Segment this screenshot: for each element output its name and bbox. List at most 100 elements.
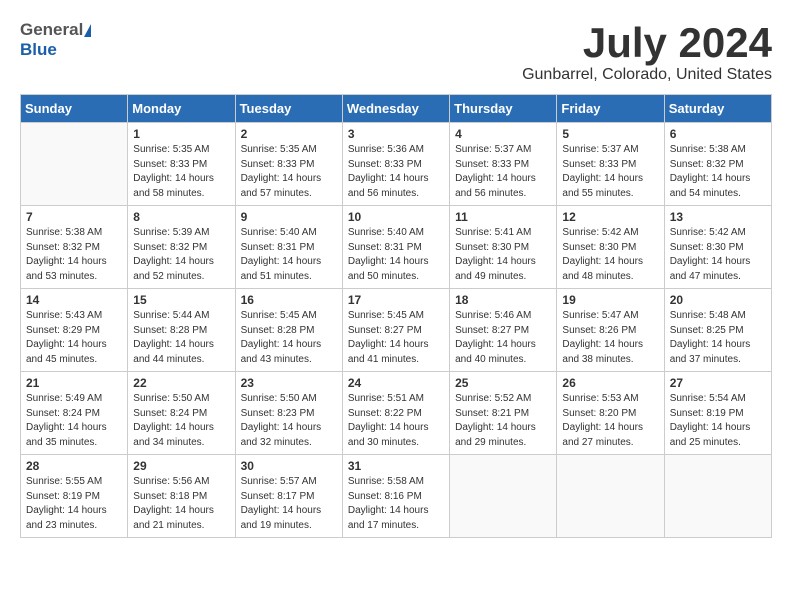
day-number: 13: [670, 210, 766, 224]
calendar-cell: [21, 123, 128, 206]
calendar-cell: 3 Sunrise: 5:36 AM Sunset: 8:33 PM Daylig…: [342, 123, 449, 206]
day-number: 12: [562, 210, 658, 224]
calendar-cell: 21Sunrise: 5:49 AM Sunset: 8:24 PM Dayli…: [21, 372, 128, 455]
calendar-cell: 24 Sunrise: 5:51 AM Sunset: 8:22 PM Dayli…: [342, 372, 449, 455]
calendar-cell: 15 Sunrise: 5:44 AM Sunset: 8:28 PM Dayli…: [128, 289, 235, 372]
day-info: Sunrise: 5:42 AM Sunset: 8:30 PM Dayligh…: [562, 226, 658, 284]
day-info: Sunrise: 5:40 AM Sunset: 8:31 PM Dayligh…: [348, 226, 444, 284]
day-info: Sunrise: 5:36 AM Sunset: 8:33 PM Dayligh…: [348, 143, 444, 201]
day-number: 3: [348, 127, 444, 141]
calendar-day-header: Tuesday: [235, 95, 342, 123]
day-info: Sunrise: 5:58 AM Sunset: 8:16 PM Dayligh…: [348, 475, 444, 533]
calendar-cell: 29 Sunrise: 5:56 AM Sunset: 8:18 PM Dayli…: [128, 455, 235, 538]
calendar-week-row: 1 Sunrise: 5:35 AM Sunset: 8:33 PM Daylig…: [21, 123, 772, 206]
day-number: 29: [133, 459, 229, 473]
day-info: Sunrise: 5:51 AM Sunset: 8:22 PM Dayligh…: [348, 392, 444, 450]
calendar-cell: 20Sunrise: 5:48 AM Sunset: 8:25 PM Dayli…: [664, 289, 771, 372]
calendar-day-header: Wednesday: [342, 95, 449, 123]
calendar-cell: 2 Sunrise: 5:35 AM Sunset: 8:33 PM Daylig…: [235, 123, 342, 206]
day-info: Sunrise: 5:40 AM Sunset: 8:31 PM Dayligh…: [241, 226, 337, 284]
day-info: Sunrise: 5:54 AM Sunset: 8:19 PM Dayligh…: [670, 392, 766, 450]
day-number: 27: [670, 376, 766, 390]
calendar-cell: 27 Sunrise: 5:54 AM Sunset: 8:19 PM Dayli…: [664, 372, 771, 455]
day-number: 1: [133, 127, 229, 141]
calendar-cell: 8 Sunrise: 5:39 AM Sunset: 8:32 PM Daylig…: [128, 206, 235, 289]
day-number: 4: [455, 127, 551, 141]
calendar-cell: 10 Sunrise: 5:40 AM Sunset: 8:31 PM Dayli…: [342, 206, 449, 289]
day-info: Sunrise: 5:47 AM Sunset: 8:26 PM Dayligh…: [562, 309, 658, 367]
day-info: Sunrise: 5:50 AM Sunset: 8:24 PM Dayligh…: [133, 392, 229, 450]
day-number: 18: [455, 293, 551, 307]
calendar-cell: 19 Sunrise: 5:47 AM Sunset: 8:26 PM Dayli…: [557, 289, 664, 372]
logo-blue: Blue: [20, 40, 57, 60]
logo-general: General: [20, 20, 83, 40]
day-info: Sunrise: 5:46 AM Sunset: 8:27 PM Dayligh…: [455, 309, 551, 367]
calendar-cell: 30Sunrise: 5:57 AM Sunset: 8:17 PM Dayli…: [235, 455, 342, 538]
location-subtitle: Gunbarrel, Colorado, United States: [522, 66, 772, 84]
calendar-week-row: 14 Sunrise: 5:43 AM Sunset: 8:29 PM Dayli…: [21, 289, 772, 372]
calendar-table: SundayMondayTuesdayWednesdayThursdayFrid…: [20, 94, 772, 538]
day-info: Sunrise: 5:53 AM Sunset: 8:20 PM Dayligh…: [562, 392, 658, 450]
page-header: General Blue July 2024 Gunbarrel, Colora…: [20, 20, 772, 84]
calendar-cell: 26 Sunrise: 5:53 AM Sunset: 8:20 PM Dayli…: [557, 372, 664, 455]
day-number: 25: [455, 376, 551, 390]
calendar-cell: [450, 455, 557, 538]
calendar-cell: 23Sunrise: 5:50 AM Sunset: 8:23 PM Dayli…: [235, 372, 342, 455]
day-info: Sunrise: 5:52 AM Sunset: 8:21 PM Dayligh…: [455, 392, 551, 450]
day-info: Sunrise: 5:45 AM Sunset: 8:28 PM Dayligh…: [241, 309, 337, 367]
day-info: Sunrise: 5:56 AM Sunset: 8:18 PM Dayligh…: [133, 475, 229, 533]
day-number: 10: [348, 210, 444, 224]
calendar-cell: 14 Sunrise: 5:43 AM Sunset: 8:29 PM Dayli…: [21, 289, 128, 372]
calendar-cell: 6 Sunrise: 5:38 AM Sunset: 8:32 PM Daylig…: [664, 123, 771, 206]
calendar-cell: 25 Sunrise: 5:52 AM Sunset: 8:21 PM Dayli…: [450, 372, 557, 455]
day-number: 28: [26, 459, 122, 473]
day-number: 19: [562, 293, 658, 307]
day-number: 6: [670, 127, 766, 141]
day-number: 30: [241, 459, 337, 473]
day-number: 22: [133, 376, 229, 390]
day-number: 5: [562, 127, 658, 141]
day-number: 15: [133, 293, 229, 307]
calendar-cell: [664, 455, 771, 538]
calendar-cell: 13Sunrise: 5:42 AM Sunset: 8:30 PM Dayli…: [664, 206, 771, 289]
calendar-week-row: 7Sunrise: 5:38 AM Sunset: 8:32 PM Daylig…: [21, 206, 772, 289]
calendar-day-header: Friday: [557, 95, 664, 123]
day-info: Sunrise: 5:43 AM Sunset: 8:29 PM Dayligh…: [26, 309, 122, 367]
calendar-cell: 31Sunrise: 5:58 AM Sunset: 8:16 PM Dayli…: [342, 455, 449, 538]
calendar-cell: 11Sunrise: 5:41 AM Sunset: 8:30 PM Dayli…: [450, 206, 557, 289]
day-info: Sunrise: 5:55 AM Sunset: 8:19 PM Dayligh…: [26, 475, 122, 533]
calendar-week-row: 21Sunrise: 5:49 AM Sunset: 8:24 PM Dayli…: [21, 372, 772, 455]
day-info: Sunrise: 5:38 AM Sunset: 8:32 PM Dayligh…: [670, 143, 766, 201]
day-info: Sunrise: 5:48 AM Sunset: 8:25 PM Dayligh…: [670, 309, 766, 367]
calendar-day-header: Saturday: [664, 95, 771, 123]
day-info: Sunrise: 5:35 AM Sunset: 8:33 PM Dayligh…: [133, 143, 229, 201]
day-number: 8: [133, 210, 229, 224]
calendar-cell: 7Sunrise: 5:38 AM Sunset: 8:32 PM Daylig…: [21, 206, 128, 289]
day-number: 24: [348, 376, 444, 390]
day-info: Sunrise: 5:37 AM Sunset: 8:33 PM Dayligh…: [455, 143, 551, 201]
calendar-week-row: 28 Sunrise: 5:55 AM Sunset: 8:19 PM Dayli…: [21, 455, 772, 538]
logo: General Blue: [20, 20, 91, 60]
day-info: Sunrise: 5:37 AM Sunset: 8:33 PM Dayligh…: [562, 143, 658, 201]
day-number: 9: [241, 210, 337, 224]
calendar-cell: 22 Sunrise: 5:50 AM Sunset: 8:24 PM Dayli…: [128, 372, 235, 455]
calendar-cell: 28 Sunrise: 5:55 AM Sunset: 8:19 PM Dayli…: [21, 455, 128, 538]
calendar-cell: 12 Sunrise: 5:42 AM Sunset: 8:30 PM Dayli…: [557, 206, 664, 289]
day-number: 2: [241, 127, 337, 141]
day-number: 11: [455, 210, 551, 224]
day-number: 21: [26, 376, 122, 390]
calendar-day-header: Sunday: [21, 95, 128, 123]
day-info: Sunrise: 5:38 AM Sunset: 8:32 PM Dayligh…: [26, 226, 122, 284]
day-number: 16: [241, 293, 337, 307]
calendar-cell: 9 Sunrise: 5:40 AM Sunset: 8:31 PM Daylig…: [235, 206, 342, 289]
calendar-cell: 1 Sunrise: 5:35 AM Sunset: 8:33 PM Daylig…: [128, 123, 235, 206]
day-info: Sunrise: 5:50 AM Sunset: 8:23 PM Dayligh…: [241, 392, 337, 450]
day-number: 26: [562, 376, 658, 390]
day-info: Sunrise: 5:35 AM Sunset: 8:33 PM Dayligh…: [241, 143, 337, 201]
title-area: July 2024 Gunbarrel, Colorado, United St…: [522, 20, 772, 84]
day-info: Sunrise: 5:44 AM Sunset: 8:28 PM Dayligh…: [133, 309, 229, 367]
day-info: Sunrise: 5:39 AM Sunset: 8:32 PM Dayligh…: [133, 226, 229, 284]
day-number: 14: [26, 293, 122, 307]
month-year-title: July 2024: [522, 20, 772, 66]
day-number: 17: [348, 293, 444, 307]
